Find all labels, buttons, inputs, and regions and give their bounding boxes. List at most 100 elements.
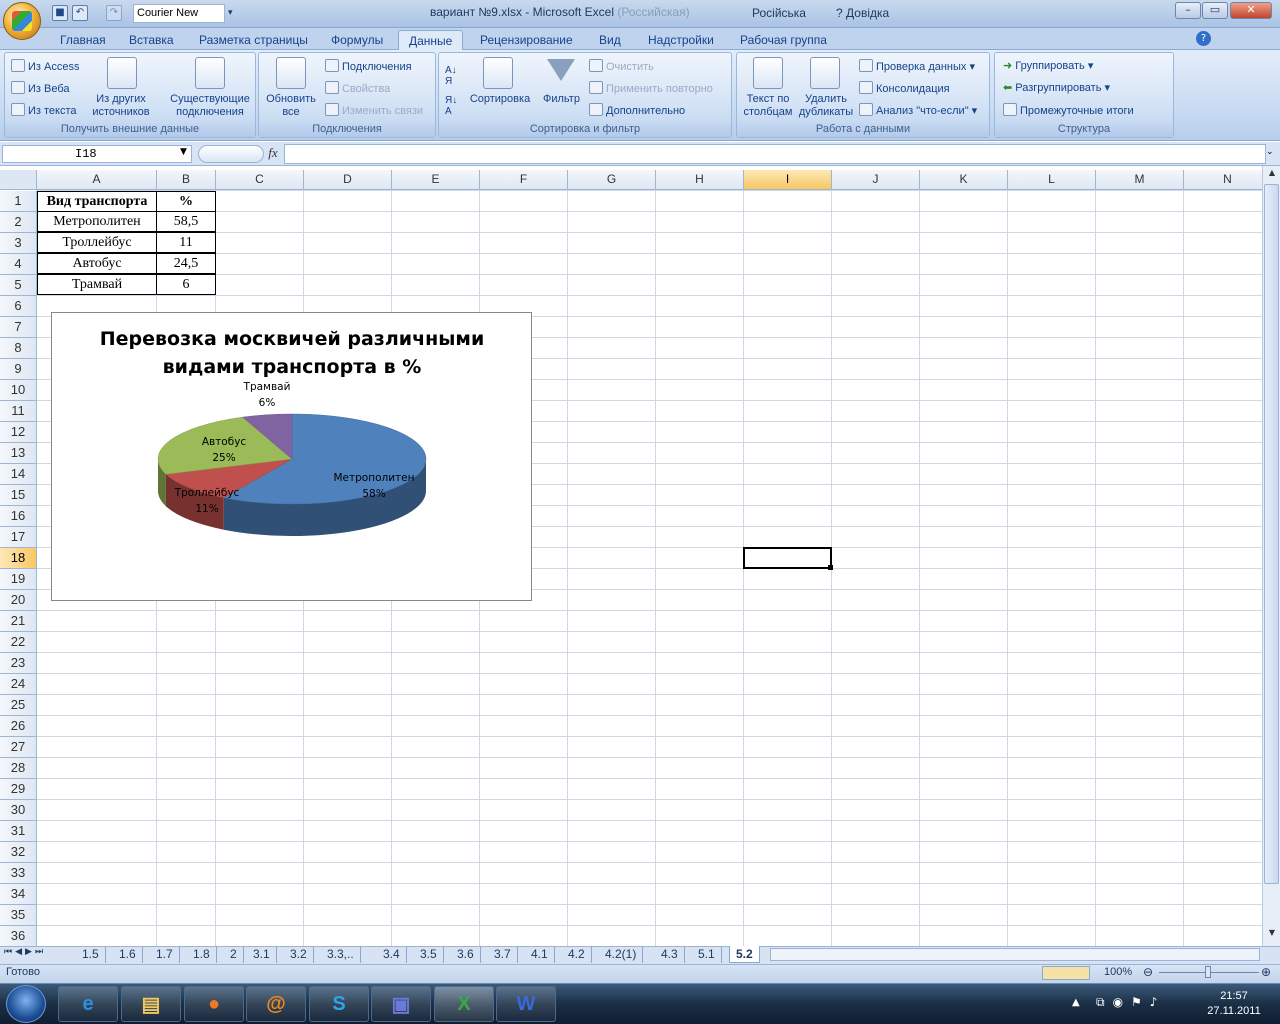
tab-workgroup[interactable]: Рабочая группа [730, 30, 837, 50]
tab-data[interactable]: Данные [398, 30, 464, 50]
tray-icons[interactable]: ⧉◉⚑♪ [1096, 995, 1165, 1010]
row-header-13[interactable]: 13 [0, 443, 37, 464]
column-header-c[interactable]: C [216, 170, 304, 190]
row-header-10[interactable]: 10 [0, 380, 37, 401]
row-header-20[interactable]: 20 [0, 590, 37, 611]
row-header-23[interactable]: 23 [0, 653, 37, 674]
edit-links-button[interactable]: Изменить связи [325, 103, 423, 117]
column-header-g[interactable]: G [568, 170, 656, 190]
office-button[interactable] [3, 2, 41, 40]
filter-button[interactable]: Фильтр [543, 93, 580, 105]
row-header-19[interactable]: 19 [0, 569, 37, 590]
zoom-thumb[interactable] [1205, 966, 1211, 978]
row-header-16[interactable]: 16 [0, 506, 37, 527]
ie-icon[interactable]: e [58, 986, 118, 1022]
name-box-dropdown-icon[interactable]: ▼ [180, 147, 187, 157]
font-name-box[interactable]: Courier New [133, 4, 225, 23]
mail-agent-icon[interactable]: @ [246, 986, 306, 1022]
name-box[interactable]: I18 [2, 145, 192, 163]
sheet-tab-1-6[interactable]: 1.6 [113, 946, 143, 963]
sheet-tab-4-2-1-[interactable]: 4.2(1) [599, 946, 644, 963]
active-cell-i18[interactable] [743, 547, 832, 569]
column-header-n[interactable]: N [1184, 170, 1272, 190]
row-header-15[interactable]: 15 [0, 485, 37, 506]
clear-button[interactable]: Очистить [589, 59, 654, 73]
cell-b2[interactable]: 58,5 [156, 211, 216, 232]
tab-insert[interactable]: Вставка [119, 30, 184, 50]
sheet-tab-3-7[interactable]: 3.7 [488, 946, 518, 963]
insert-function-icon[interactable]: fx [262, 145, 284, 163]
column-header-h[interactable]: H [656, 170, 744, 190]
row-header-34[interactable]: 34 [0, 884, 37, 905]
select-all-corner[interactable] [0, 170, 37, 190]
cell-a2[interactable]: Метрополитен [37, 211, 157, 232]
font-dropdown-icon[interactable]: ▾ [228, 8, 233, 18]
sort-button[interactable]: Сортировка [467, 93, 533, 105]
column-header-l[interactable]: L [1008, 170, 1096, 190]
row-header-9[interactable]: 9 [0, 359, 37, 380]
connections-button[interactable]: Подключения [325, 59, 412, 73]
zoom-level[interactable]: 100% [1104, 966, 1132, 978]
row-header-24[interactable]: 24 [0, 674, 37, 695]
row-header-21[interactable]: 21 [0, 611, 37, 632]
from-text-button[interactable]: Из текста [11, 103, 77, 117]
save-icon[interactable]: ■ [52, 5, 68, 21]
sheet-tab-4-2[interactable]: 4.2 [562, 946, 592, 963]
cell-b3[interactable]: 11 [156, 232, 216, 253]
start-button[interactable] [6, 985, 46, 1023]
ungroup-button[interactable]: ⬅ Разгруппировать ▾ [1003, 81, 1110, 94]
properties-button[interactable]: Свойства [325, 81, 390, 95]
column-header-k[interactable]: K [920, 170, 1008, 190]
reapply-button[interactable]: Применить повторно [589, 81, 713, 95]
fill-handle[interactable] [828, 565, 833, 570]
remove-duplicates-button[interactable]: Удалить дубликаты [797, 93, 855, 119]
cell-b4[interactable]: 24,5 [156, 253, 216, 274]
cell-a5[interactable]: Трамвай [37, 274, 157, 295]
sheet-nav-icons[interactable]: ⏮◀▶⏭ [4, 947, 46, 957]
restore-button[interactable]: ▭ [1202, 2, 1228, 19]
scroll-thumb[interactable] [1264, 184, 1279, 884]
row-header-8[interactable]: 8 [0, 338, 37, 359]
tray-clock[interactable]: 21:57 27.11.2011 [1196, 989, 1272, 1019]
redo-icon[interactable]: ↷ [106, 5, 122, 21]
column-header-j[interactable]: J [832, 170, 920, 190]
sheet-tab-3-5[interactable]: 3.5 [414, 946, 444, 963]
column-header-m[interactable]: M [1096, 170, 1184, 190]
row-header-25[interactable]: 25 [0, 695, 37, 716]
tab-addins[interactable]: Надстройки [638, 30, 724, 50]
scroll-down-icon[interactable]: ▼ [1265, 928, 1279, 942]
row-header-6[interactable]: 6 [0, 296, 37, 317]
row-header-7[interactable]: 7 [0, 317, 37, 338]
skype-icon[interactable]: S [309, 986, 369, 1022]
row-header-36[interactable]: 36 [0, 926, 37, 947]
sheet-tab-4-1[interactable]: 4.1 [525, 946, 555, 963]
zoom-slider[interactable]: ⊖ ⊕ [1143, 965, 1273, 980]
pie-chart[interactable]: Перевозка москвичей различными видами тр… [51, 312, 532, 601]
excel-icon[interactable]: X [434, 986, 494, 1022]
formula-input[interactable] [284, 144, 1266, 164]
tab-page-layout[interactable]: Разметка страницы [189, 30, 318, 50]
column-header-f[interactable]: F [480, 170, 568, 190]
row-header-1[interactable]: 1 [0, 191, 37, 212]
explorer-icon[interactable]: ▤ [121, 986, 181, 1022]
column-header-e[interactable]: E [392, 170, 480, 190]
what-if-button[interactable]: Анализ "что-если" ▾ [859, 103, 977, 117]
sheet-tab-3-3---[interactable]: 3.3,.. [321, 946, 361, 963]
sheet-tab-4-3[interactable]: 4.3 [655, 946, 685, 963]
help-label[interactable]: ? Довідка [836, 6, 889, 20]
zoom-out-icon[interactable]: ⊖ [1143, 965, 1153, 979]
row-header-31[interactable]: 31 [0, 821, 37, 842]
cell-b1[interactable]: % [156, 191, 216, 212]
column-header-d[interactable]: D [304, 170, 392, 190]
row-header-30[interactable]: 30 [0, 800, 37, 821]
view-buttons-icon[interactable] [1042, 966, 1090, 980]
tab-review[interactable]: Рецензирование [470, 30, 583, 50]
column-header-b[interactable]: B [157, 170, 216, 190]
sort-za-icon[interactable]: Я↓ А [445, 95, 457, 117]
sheet-tab-1-8[interactable]: 1.8 [187, 946, 217, 963]
sheet-tab-3-6[interactable]: 3.6 [451, 946, 481, 963]
subtotal-button[interactable]: Промежуточные итоги [1003, 103, 1134, 117]
undo-icon[interactable]: ↶ [72, 5, 88, 21]
data-validation-button[interactable]: Проверка данных ▾ [859, 59, 975, 73]
existing-connections-button[interactable]: Существующие подключения [165, 93, 255, 119]
